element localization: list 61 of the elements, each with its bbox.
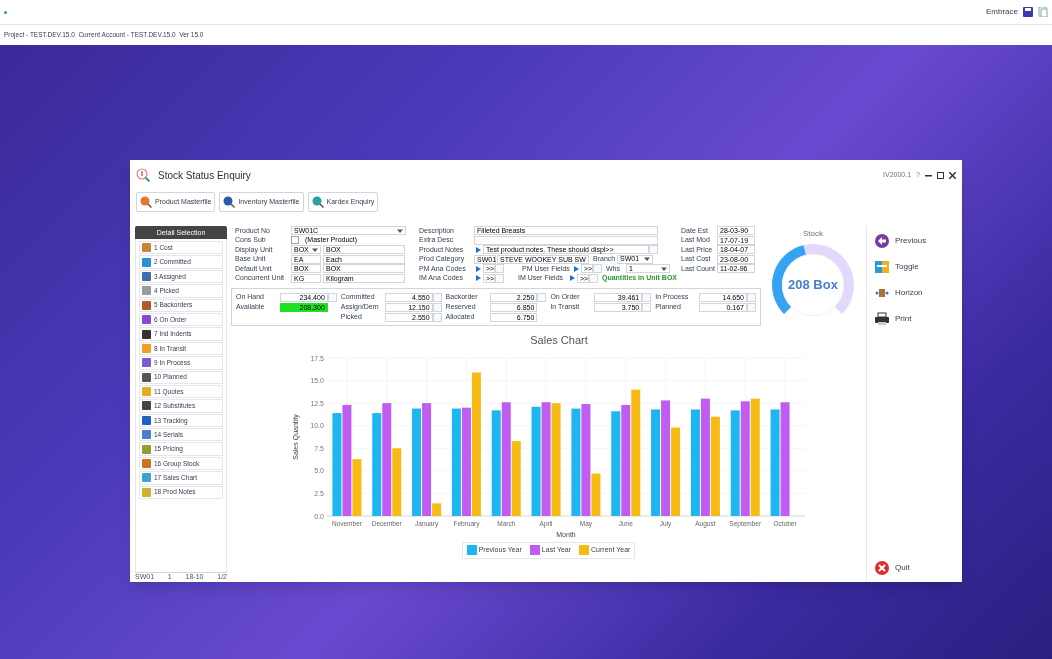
tile-icon: [142, 387, 151, 397]
magnifier-icon: [311, 196, 324, 208]
tile-icon: [142, 487, 151, 497]
detail-button[interactable]: [432, 302, 442, 312]
user-name: Embrace: [986, 6, 1018, 18]
checkbox[interactable]: [291, 236, 299, 245]
detail-button[interactable]: [747, 302, 756, 312]
magnifier-icon: [140, 196, 152, 208]
detail-button[interactable]: [642, 292, 652, 302]
tile-icon: [142, 415, 151, 425]
tile-icon: [142, 243, 151, 253]
action-button[interactable]: Previous: [867, 228, 962, 254]
detail-button[interactable]: [432, 312, 442, 322]
tile-icon: [142, 315, 151, 325]
detail-button[interactable]: [327, 292, 337, 302]
tile-icon: [142, 300, 151, 310]
chart-title: Sales Chart: [529, 334, 588, 346]
save-icon[interactable]: [1023, 7, 1033, 17]
tile-icon: [142, 444, 151, 454]
tile-icon: [142, 401, 151, 411]
tile-icon: [142, 286, 151, 296]
input-field[interactable]: [474, 235, 658, 245]
dropdown-caret-icon: [661, 265, 667, 272]
tile-icon: [142, 430, 151, 440]
dropdown-caret-icon: [312, 246, 318, 253]
action-button[interactable]: Print: [867, 306, 962, 332]
gauge-value: 208 Box: [788, 276, 838, 295]
detail-button[interactable]: [642, 302, 652, 312]
dropdown-caret-icon: [644, 256, 650, 263]
legend-swatch: [466, 545, 477, 556]
tile-icon: [142, 459, 151, 469]
dropdown-caret-icon: [397, 227, 403, 234]
gauge-title: Stock: [803, 228, 823, 240]
back-arrow-icon: [875, 234, 889, 248]
action-button[interactable]: Horizon: [867, 280, 962, 306]
detail-button[interactable]: [537, 292, 547, 302]
arrow-icon: [476, 246, 481, 253]
tile-icon: [142, 343, 151, 353]
detail-button[interactable]: [432, 292, 442, 302]
tile-icon: [142, 257, 151, 267]
notes-button[interactable]: [649, 245, 658, 255]
search-info-icon: [136, 168, 150, 182]
tile-icon: [142, 271, 151, 281]
tile-icon: [142, 329, 151, 339]
quit-button[interactable]: Quit: [867, 556, 962, 580]
horizon-icon: [875, 286, 889, 300]
legend-swatch: [529, 545, 540, 556]
action-button[interactable]: Toggle: [867, 254, 962, 280]
tile-icon: [142, 372, 151, 382]
tile-icon: [142, 473, 151, 483]
toggle-icon: [875, 260, 889, 274]
legend-swatch: [579, 545, 590, 556]
detail-button[interactable]: [747, 292, 756, 302]
document-icon[interactable]: [1038, 7, 1048, 17]
tile-icon: [142, 358, 151, 368]
close-circle-icon: [875, 561, 889, 575]
close-icon[interactable]: [949, 171, 956, 179]
maximize-icon[interactable]: [937, 171, 944, 179]
printer-icon: [875, 312, 889, 326]
window-title: Stock Status Enquiry: [158, 168, 251, 183]
magnifier-icon: [223, 196, 236, 208]
